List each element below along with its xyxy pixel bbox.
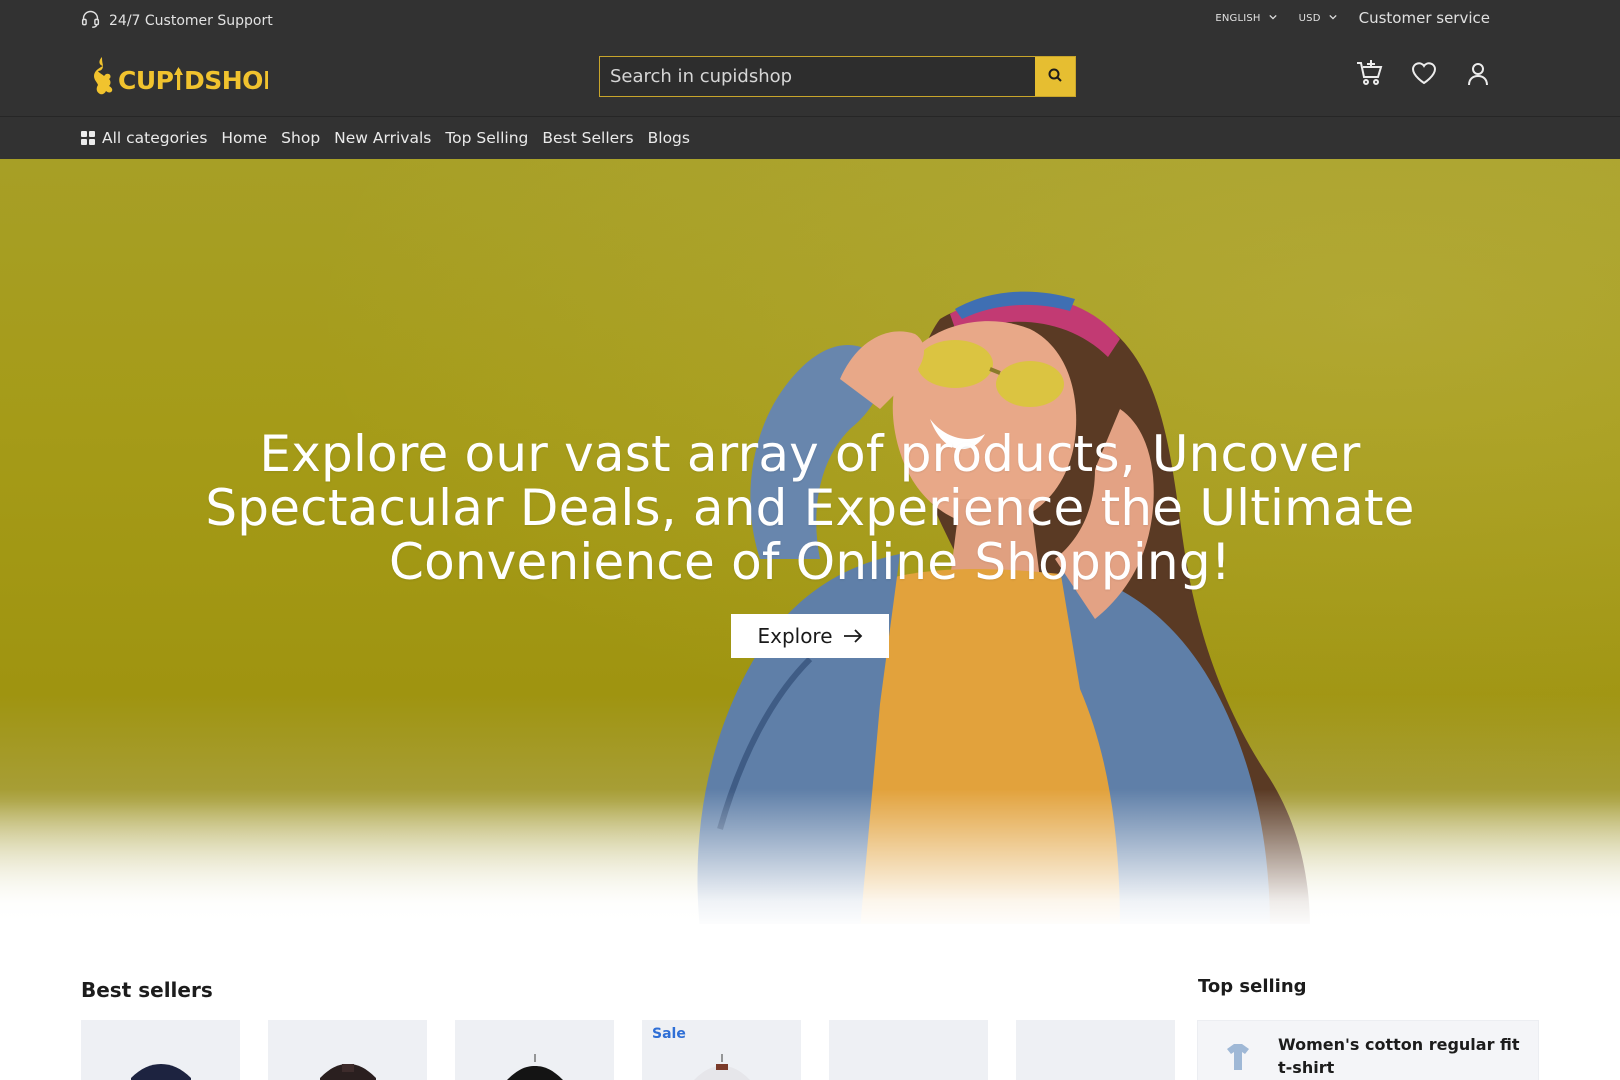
product-card[interactable] (268, 1020, 427, 1080)
nav-item-label: All categories (102, 129, 208, 147)
nav-item-top-selling[interactable]: Top Selling (445, 129, 528, 147)
nav-item-blogs[interactable]: Blogs (648, 129, 690, 147)
svg-text:DSHOP: DSHOP (184, 66, 268, 95)
product-image (694, 1054, 750, 1080)
cart-button[interactable] (1354, 59, 1386, 91)
nav-item-all-categories[interactable]: All categories (81, 129, 207, 147)
product-card[interactable] (455, 1020, 614, 1080)
product-image (1056, 1048, 1136, 1080)
language-select[interactable]: ENGLISH (1215, 12, 1277, 24)
wishlist-button[interactable] (1408, 59, 1440, 91)
sale-badge: Sale (652, 1026, 686, 1042)
customer-service-link[interactable]: Customer service (1359, 9, 1490, 27)
grid-icon (81, 131, 95, 145)
product-card[interactable] (81, 1020, 240, 1080)
explore-button[interactable]: Explore (731, 614, 889, 658)
product-card[interactable]: Sale (642, 1020, 801, 1080)
product-image (869, 1048, 949, 1080)
nav-item-best-sellers[interactable]: Best Sellers (542, 129, 633, 147)
user-icon (1465, 60, 1491, 90)
product-card[interactable] (829, 1020, 988, 1080)
hero-banner: Explore our vast array of products, Unco… (0, 159, 1620, 924)
customer-support[interactable]: 24/7 Customer Support (80, 8, 273, 33)
product-image (131, 1064, 191, 1080)
main-header: CUP DSHOP (0, 37, 1620, 117)
chevron-down-icon (1269, 13, 1277, 24)
best-sellers-list: Sale (81, 1020, 1175, 1080)
product-name: Women's cotton regular fit t-shirt (1278, 1035, 1520, 1077)
nav-item-new-arrivals[interactable]: New Arrivals (334, 129, 431, 147)
tshirt-image (1227, 1044, 1249, 1070)
search-icon (1047, 67, 1063, 87)
best-sellers-title: Best sellers (81, 978, 213, 1002)
headset-icon (80, 8, 101, 33)
nav-item-home[interactable]: Home (221, 129, 267, 147)
logo-mark: CUP DSHOP (94, 57, 268, 95)
search-button[interactable] (1035, 57, 1075, 96)
chevron-down-icon (1328, 13, 1337, 24)
search-input[interactable] (600, 57, 1035, 96)
top-selling-title: Top selling (1198, 976, 1307, 997)
svg-text:CUP: CUP (118, 66, 174, 95)
cart-icon (1355, 58, 1385, 92)
nav-item-shop[interactable]: Shop (281, 129, 320, 147)
account-button[interactable] (1462, 59, 1494, 91)
top-bar: 24/7 Customer Support ENGLISH USD Custom… (0, 0, 1620, 37)
currency-select[interactable]: USD (1299, 13, 1337, 24)
language-value: ENGLISH (1215, 12, 1261, 24)
product-image (507, 1054, 563, 1080)
product-card[interactable] (1016, 1020, 1175, 1080)
heart-icon (1410, 59, 1438, 91)
main-nav: All categories Home Shop New Arrivals To… (0, 117, 1620, 159)
product-thumbnail (1198, 1021, 1278, 1080)
top-selling-item[interactable]: Women's cotton regular fit t-shirt (1197, 1020, 1539, 1080)
arrow-right-icon (843, 624, 863, 648)
hero-headline: Explore our vast array of products, Unco… (205, 425, 1415, 591)
support-label: 24/7 Customer Support (109, 12, 273, 29)
currency-value: USD (1298, 12, 1321, 24)
site-logo[interactable]: CUP DSHOP (88, 55, 268, 99)
explore-label: Explore (757, 624, 833, 648)
search-bar (599, 56, 1076, 97)
product-image (320, 1064, 376, 1080)
